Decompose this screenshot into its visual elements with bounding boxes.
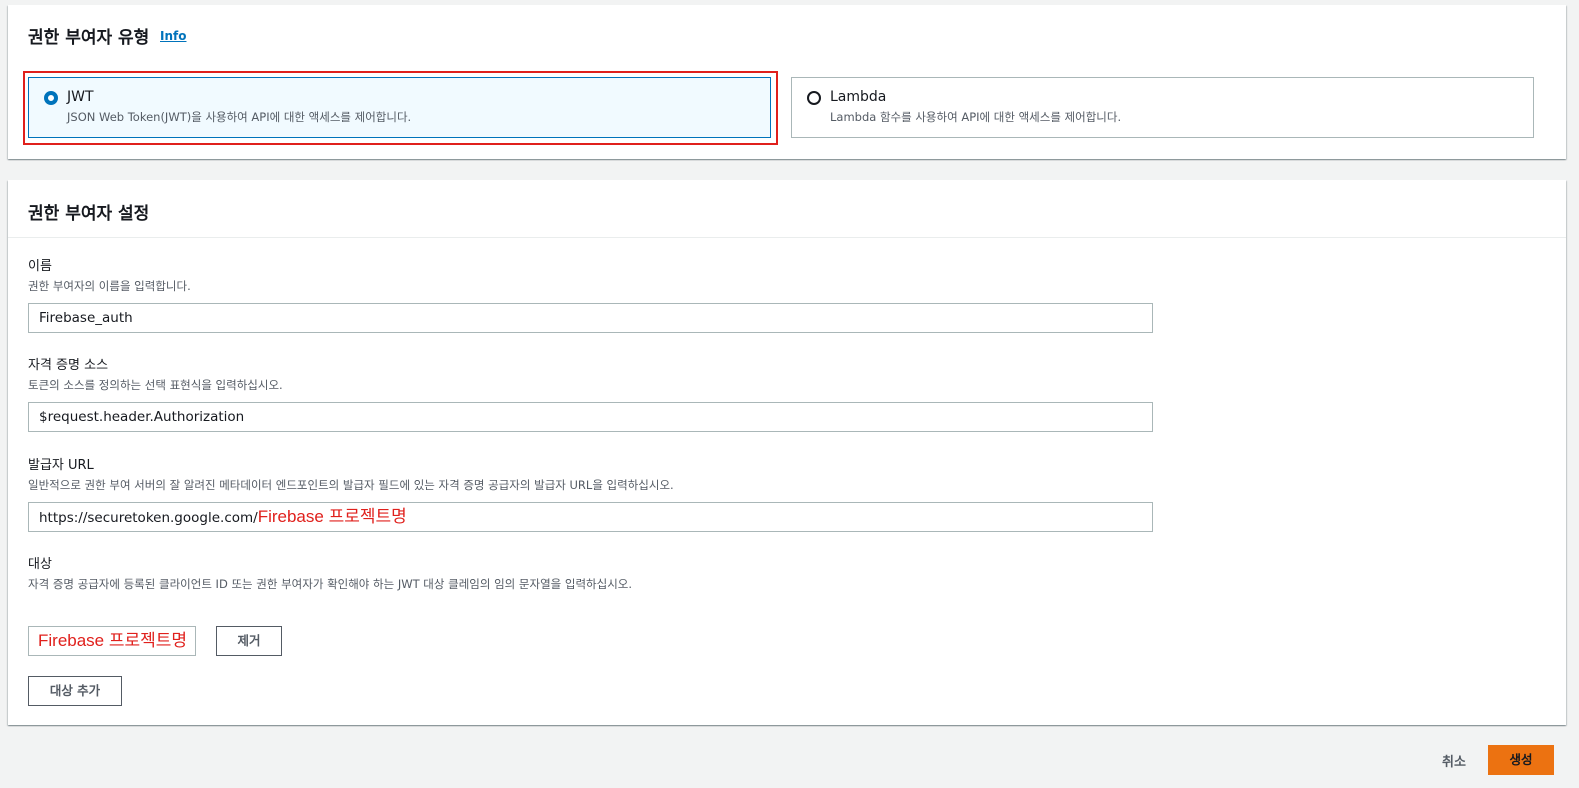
identity-source-description: 토큰의 소스를 정의하는 선택 표현식을 입력하십시오.	[28, 378, 283, 392]
name-input-value: Firebase_auth	[39, 310, 133, 326]
jwt-option-description: JSON Web Token(JWT)을 사용하여 API에 대한 액세스를 제…	[67, 110, 412, 124]
name-input[interactable]: Firebase_auth	[28, 303, 1153, 333]
identity-source-input-value: $request.header.Authorization	[39, 409, 245, 425]
issuer-url-label: 발급자 URL	[28, 458, 94, 473]
lambda-option-label: Lambda	[830, 89, 887, 105]
create-button[interactable]: 생성	[1488, 745, 1554, 775]
header-divider	[8, 237, 1566, 238]
jwt-option-label: JWT	[67, 89, 94, 105]
remove-audience-button[interactable]: 제거	[216, 626, 282, 656]
issuer-url-input[interactable]: https://securetoken.google.com/Firebase …	[28, 502, 1153, 532]
audience-input[interactable]: Firebase 프로젝트명	[28, 626, 196, 656]
audience-description: 자격 증명 공급자에 등록된 클라이언트 ID 또는 권한 부여자가 확인해야 …	[28, 577, 633, 591]
name-label: 이름	[28, 259, 52, 274]
authorizer-type-title: 권한 부여자 유형	[28, 28, 150, 48]
identity-source-input[interactable]: $request.header.Authorization	[28, 402, 1153, 432]
authorizer-settings-title: 권한 부여자 설정	[28, 204, 150, 224]
add-audience-button[interactable]: 대상 추가	[28, 676, 122, 706]
audience-input-value: Firebase 프로젝트명	[38, 631, 188, 650]
jwt-option-tile[interactable]: JWT JSON Web Token(JWT)을 사용하여 API에 대한 액세…	[28, 77, 771, 138]
authorizer-settings-panel: 권한 부여자 설정 이름 권한 부여자의 이름을 입력합니다. Firebase…	[8, 180, 1566, 725]
info-link[interactable]: Info	[160, 29, 186, 43]
jwt-radio-button[interactable]	[44, 91, 58, 105]
issuer-url-input-value: https://securetoken.google.com/	[39, 510, 258, 526]
cancel-button[interactable]: 취소	[1442, 751, 1466, 770]
lambda-radio-button[interactable]	[807, 91, 821, 105]
identity-source-label: 자격 증명 소스	[28, 358, 109, 373]
issuer-url-annotation: Firebase 프로젝트명	[257, 507, 407, 526]
lambda-option-description: Lambda 함수를 사용하여 API에 대한 액세스를 제어합니다.	[830, 110, 1122, 124]
audience-label: 대상	[28, 557, 52, 572]
lambda-option-tile[interactable]: Lambda Lambda 함수를 사용하여 API에 대한 액세스를 제어합니…	[791, 77, 1534, 138]
name-description: 권한 부여자의 이름을 입력합니다.	[28, 279, 191, 293]
issuer-url-description: 일반적으로 권한 부여 서버의 잘 알려진 메타데이터 엔드포인트의 발급자 필…	[28, 478, 674, 492]
authorizer-type-panel: 권한 부여자 유형 Info JWT JSON Web Token(JWT)을 …	[8, 5, 1566, 159]
